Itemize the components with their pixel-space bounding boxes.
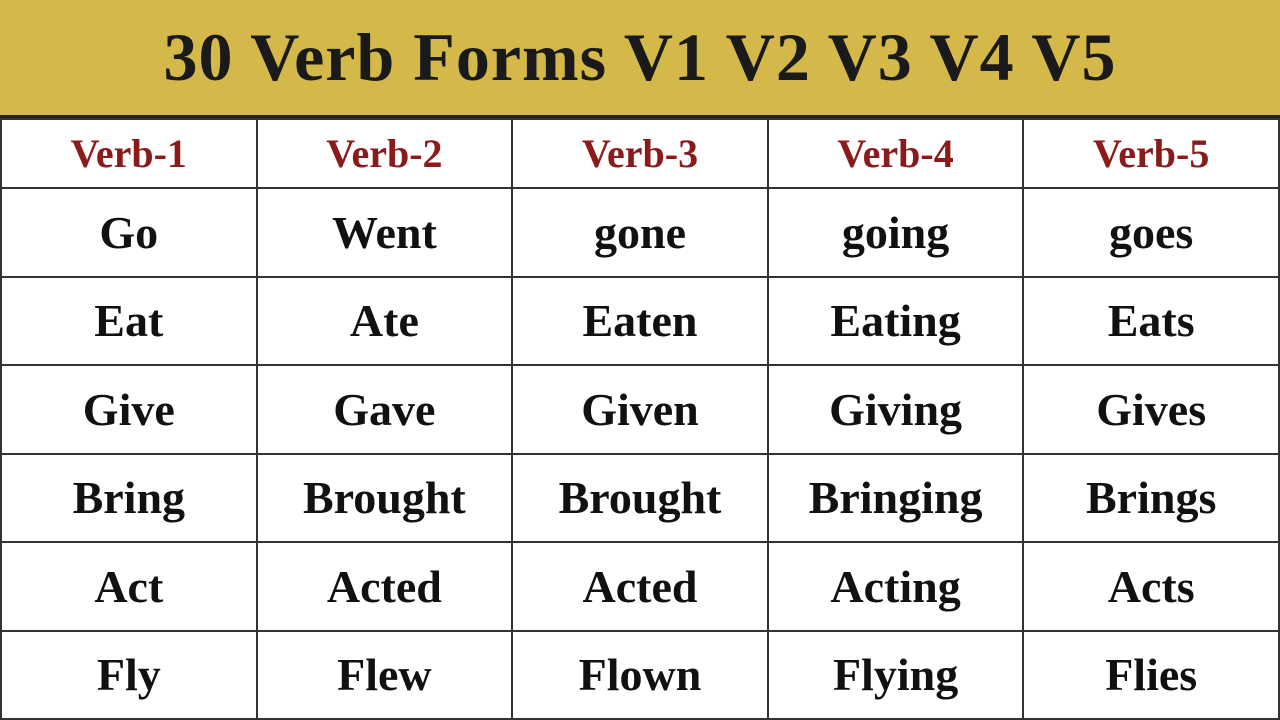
- table-cell: Flies: [1023, 631, 1279, 720]
- table-cell: Eaten: [512, 277, 768, 366]
- table-row: GoWentgonegoinggoes: [1, 188, 1279, 277]
- table-cell: Bring: [1, 454, 257, 543]
- table-row: EatAteEatenEatingEats: [1, 277, 1279, 366]
- table-cell: Eating: [768, 277, 1024, 366]
- header-row: Verb-1 Verb-2 Verb-3 Verb-4 Verb-5: [1, 119, 1279, 188]
- table-row: ActActedActedActingActs: [1, 542, 1279, 631]
- page-title: 30 Verb Forms V1 V2 V3 V4 V5: [10, 18, 1270, 97]
- table-cell: Brought: [512, 454, 768, 543]
- table-cell: Gives: [1023, 365, 1279, 454]
- col-header-v4: Verb-4: [768, 119, 1024, 188]
- table-cell: Acting: [768, 542, 1024, 631]
- table-row: GiveGaveGivenGivingGives: [1, 365, 1279, 454]
- col-header-v3: Verb-3: [512, 119, 768, 188]
- table-body: GoWentgonegoinggoesEatAteEatenEatingEats…: [1, 188, 1279, 719]
- table-cell: Give: [1, 365, 257, 454]
- table-cell: Bringing: [768, 454, 1024, 543]
- table-cell: Went: [257, 188, 513, 277]
- table-cell: gone: [512, 188, 768, 277]
- col-header-v5: Verb-5: [1023, 119, 1279, 188]
- col-header-v2: Verb-2: [257, 119, 513, 188]
- table-cell: Ate: [257, 277, 513, 366]
- table-cell: Flying: [768, 631, 1024, 720]
- table-row: FlyFlewFlownFlyingFlies: [1, 631, 1279, 720]
- table-cell: Gave: [257, 365, 513, 454]
- table-header: Verb-1 Verb-2 Verb-3 Verb-4 Verb-5: [1, 119, 1279, 188]
- table-cell: Brings: [1023, 454, 1279, 543]
- table-cell: Eats: [1023, 277, 1279, 366]
- table-cell: Acts: [1023, 542, 1279, 631]
- table-cell: Flown: [512, 631, 768, 720]
- table-cell: Giving: [768, 365, 1024, 454]
- table-container: Verb-1 Verb-2 Verb-3 Verb-4 Verb-5 GoWen…: [0, 118, 1280, 720]
- table-cell: Given: [512, 365, 768, 454]
- page-header: 30 Verb Forms V1 V2 V3 V4 V5: [0, 0, 1280, 118]
- table-cell: Act: [1, 542, 257, 631]
- table-row: BringBroughtBroughtBringingBrings: [1, 454, 1279, 543]
- col-header-v1: Verb-1: [1, 119, 257, 188]
- table-cell: Acted: [257, 542, 513, 631]
- page-wrapper: 30 Verb Forms V1 V2 V3 V4 V5 Verb-1 Verb…: [0, 0, 1280, 720]
- table-cell: Acted: [512, 542, 768, 631]
- verb-forms-table: Verb-1 Verb-2 Verb-3 Verb-4 Verb-5 GoWen…: [0, 118, 1280, 720]
- table-cell: goes: [1023, 188, 1279, 277]
- table-cell: Go: [1, 188, 257, 277]
- table-cell: Fly: [1, 631, 257, 720]
- table-cell: Eat: [1, 277, 257, 366]
- table-cell: Brought: [257, 454, 513, 543]
- table-cell: going: [768, 188, 1024, 277]
- table-cell: Flew: [257, 631, 513, 720]
